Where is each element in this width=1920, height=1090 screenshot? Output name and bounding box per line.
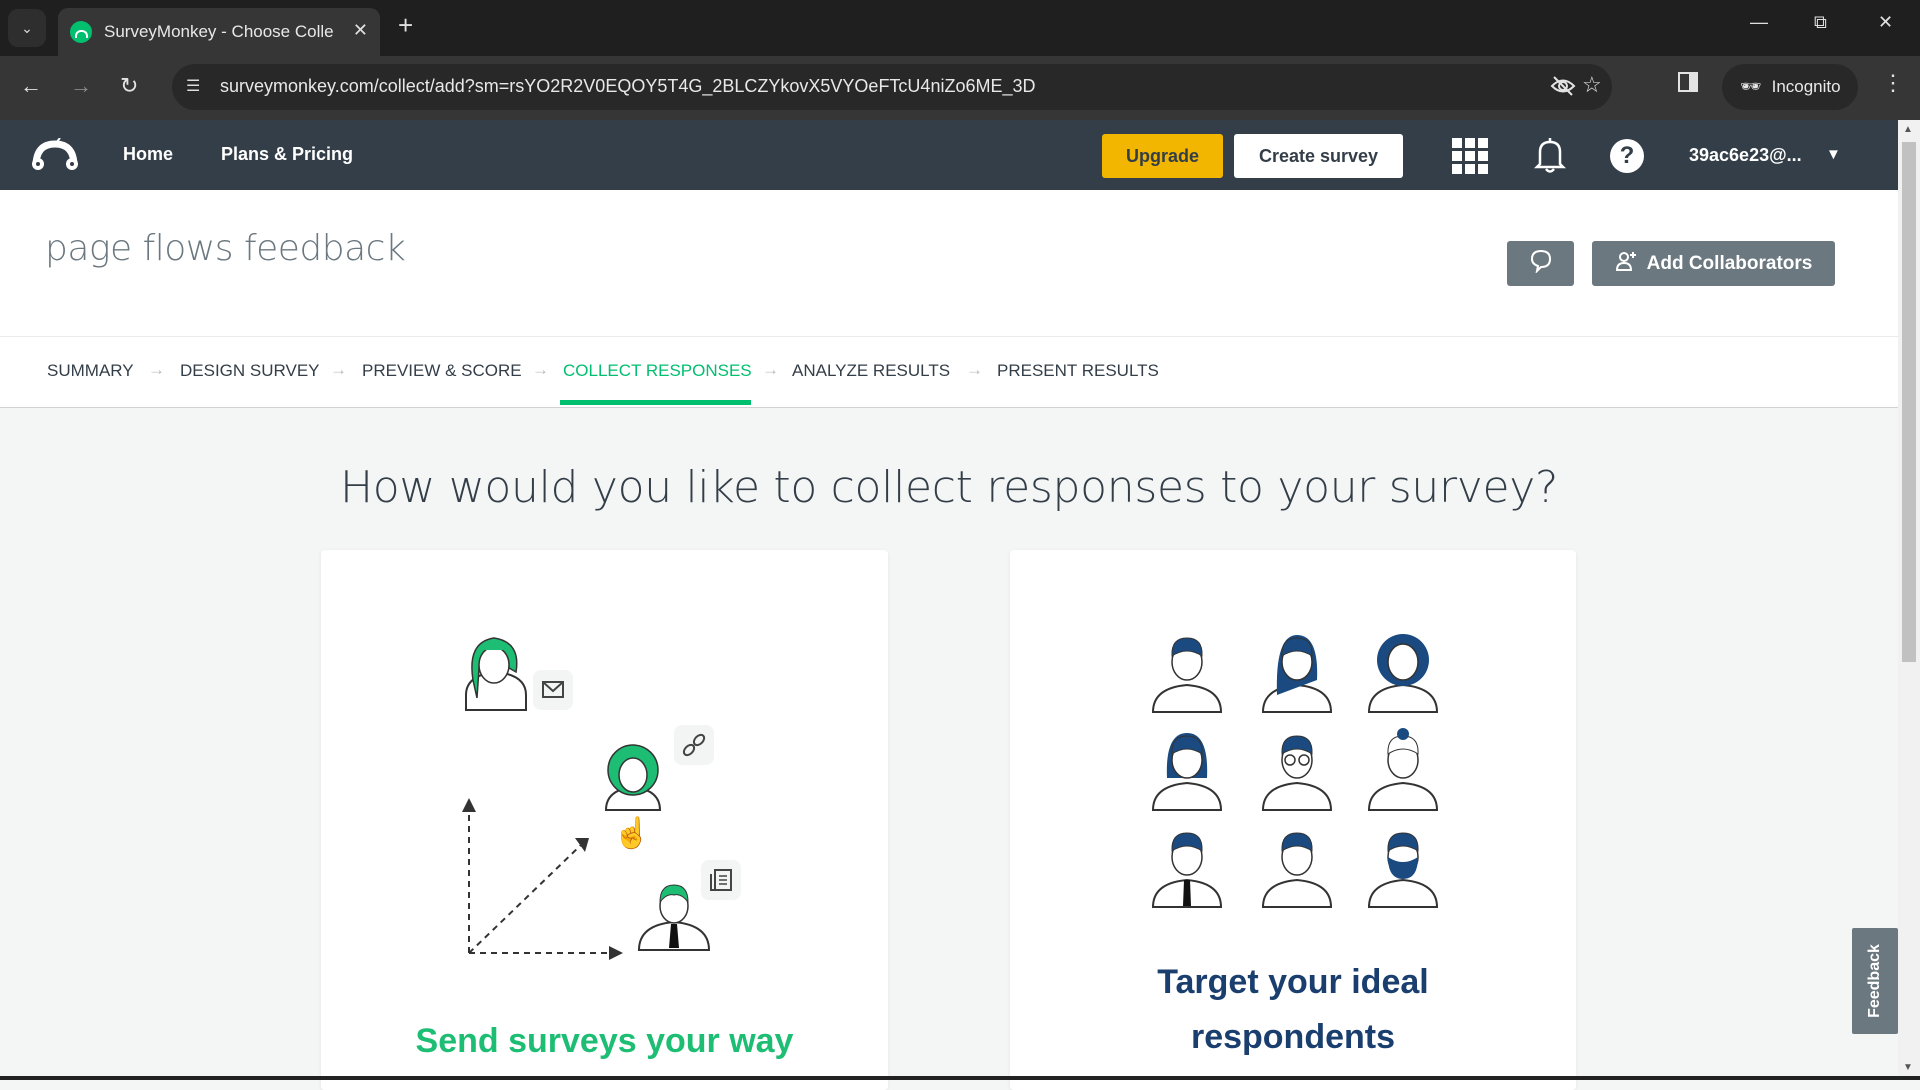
create-survey-button[interactable]: Create survey [1234, 134, 1403, 178]
reload-icon[interactable]: ↻ [120, 73, 138, 99]
bottom-edge [0, 1076, 1920, 1080]
step-collect-responses[interactable]: COLLECT RESPONSES [563, 361, 752, 381]
target-respondents-card[interactable]: Target your ideal respondents [1010, 550, 1576, 1090]
speech-bubble-icon [1530, 249, 1552, 278]
feedback-tab[interactable]: Feedback [1852, 928, 1898, 1034]
new-tab-button[interactable]: + [398, 10, 413, 41]
title-line-1: Target your ideal [1157, 963, 1429, 1001]
add-collaborators-button[interactable]: Add Collaborators [1592, 241, 1835, 286]
surveymonkey-logo-icon[interactable] [30, 137, 80, 177]
survey-header: page flows feedback Add Collaborators [0, 190, 1898, 337]
arrow-right-icon [609, 946, 623, 960]
chevron-down-icon: ⌄ [21, 19, 33, 36]
address-bar[interactable]: ☰ surveymonkey.com/collect/add?sm=rsYO2R… [172, 64, 1612, 110]
send-surveys-card[interactable]: ☝ Send surveys your way [321, 550, 888, 1090]
step-preview-score[interactable]: PREVIEW & SCORE [362, 361, 522, 381]
avatar-bun-icon [1367, 728, 1439, 811]
nav-plans-pricing-link[interactable]: Plans & Pricing [221, 144, 353, 165]
add-user-icon [1615, 250, 1637, 278]
browser-tab-bar: ⌄ SurveyMonkey - Choose Collec ✕ + — ⧉ ✕ [0, 0, 1920, 56]
back-arrow-icon[interactable]: ← [20, 73, 42, 99]
site-info-icon[interactable]: ☰ [186, 76, 200, 96]
person-with-tie-icon [637, 884, 711, 951]
star-icon[interactable]: ☆ [1582, 72, 1602, 98]
person-long-hair-icon [465, 637, 527, 711]
step-present-results[interactable]: PRESENT RESULTS [997, 361, 1159, 381]
survey-title[interactable]: page flows feedback [45, 228, 406, 269]
incognito-indicator[interactable]: 🕶 Incognito [1722, 64, 1858, 110]
browser-toolbar: ← → ↻ ☰ surveymonkey.com/collect/add?sm=… [0, 56, 1920, 120]
forward-arrow-icon[interactable]: → [70, 73, 92, 99]
arrow-right-icon: → [330, 360, 347, 379]
page-scrollbar[interactable]: ▲ ▼ [1898, 120, 1920, 1080]
minimize-icon[interactable]: — [1750, 12, 1768, 33]
arrow-right-icon: → [762, 360, 779, 379]
send-surveys-title[interactable]: Send surveys your way [321, 1014, 888, 1069]
incognito-label: Incognito [1771, 77, 1841, 96]
arrow-right-icon: → [532, 360, 549, 379]
avatar-beard-icon [1367, 832, 1439, 908]
scroll-up-icon[interactable]: ▲ [1903, 124, 1913, 135]
scroll-thumb[interactable] [1902, 142, 1916, 662]
caret-down-icon[interactable]: ▼ [1826, 146, 1841, 163]
comments-button[interactable] [1507, 241, 1574, 286]
add-collaborators-label: Add Collaborators [1646, 252, 1813, 274]
person-curly-hair-icon [604, 744, 662, 811]
avatar-afro-icon [1367, 634, 1439, 713]
avatar-long-icon [1261, 635, 1333, 713]
arrow-diagonal-icon [575, 838, 589, 852]
title-line-2: respondents [1190, 1018, 1396, 1056]
account-menu[interactable]: 39ac6e23@... [1689, 145, 1802, 166]
arrow-right-icon: → [148, 360, 165, 379]
tab-title: SurveyMonkey - Choose Collec [104, 22, 334, 41]
respondent-avatars-grid [1151, 634, 1439, 908]
feedback-label: Feedback [1866, 944, 1883, 1018]
incognito-icon: 🕶 [1740, 77, 1762, 96]
window-close-icon[interactable]: ✕ [1878, 12, 1893, 33]
dashed-arrows [468, 810, 611, 954]
avatar-short-icon [1151, 637, 1223, 713]
eye-off-icon[interactable] [1550, 75, 1576, 103]
avatar-quiff-icon [1261, 832, 1333, 908]
step-design-survey[interactable]: DESIGN SURVEY [180, 361, 320, 381]
collect-heading: How would you like to collect responses … [339, 462, 1559, 513]
active-step-indicator [560, 400, 751, 405]
close-icon[interactable]: ✕ [353, 20, 368, 41]
scroll-down-icon[interactable]: ▼ [1903, 1062, 1913, 1073]
top-navigation: Home Plans & Pricing Upgrade Create surv… [0, 120, 1898, 190]
survey-steps-nav: SUMMARY → DESIGN SURVEY → PREVIEW & SCOR… [0, 337, 1898, 408]
hand-pointer-cursor-icon: ☝ [613, 817, 651, 850]
send-surveys-illustration [462, 637, 741, 960]
upgrade-button[interactable]: Upgrade [1102, 134, 1223, 178]
url-text[interactable]: surveymonkey.com/collect/add?sm=rsYO2R2V… [220, 76, 1036, 97]
step-summary[interactable]: SUMMARY [47, 361, 134, 381]
surveymonkey-favicon-icon [70, 21, 92, 43]
avatar-glasses-icon [1261, 735, 1333, 811]
restore-icon[interactable]: ⧉ [1814, 12, 1827, 33]
avatar-tie-icon [1151, 832, 1223, 908]
side-panel-icon[interactable] [1677, 71, 1699, 99]
target-respondents-title[interactable]: Target your ideal respondents [1010, 955, 1576, 1065]
avatar-bob-icon [1151, 733, 1223, 811]
bell-icon[interactable] [1533, 136, 1567, 179]
nav-home-link[interactable]: Home [123, 144, 173, 165]
arrow-up-icon [462, 798, 476, 812]
arrow-right-icon: → [966, 360, 983, 379]
browser-tab[interactable]: SurveyMonkey - Choose Collec ✕ [58, 8, 380, 56]
tab-list-button[interactable]: ⌄ [8, 9, 46, 47]
help-icon[interactable]: ? [1610, 139, 1644, 173]
step-analyze-results[interactable]: ANALYZE RESULTS [792, 361, 950, 381]
apps-grid-icon[interactable] [1452, 138, 1488, 174]
kebab-menu-icon[interactable]: ⋮ [1882, 70, 1904, 96]
